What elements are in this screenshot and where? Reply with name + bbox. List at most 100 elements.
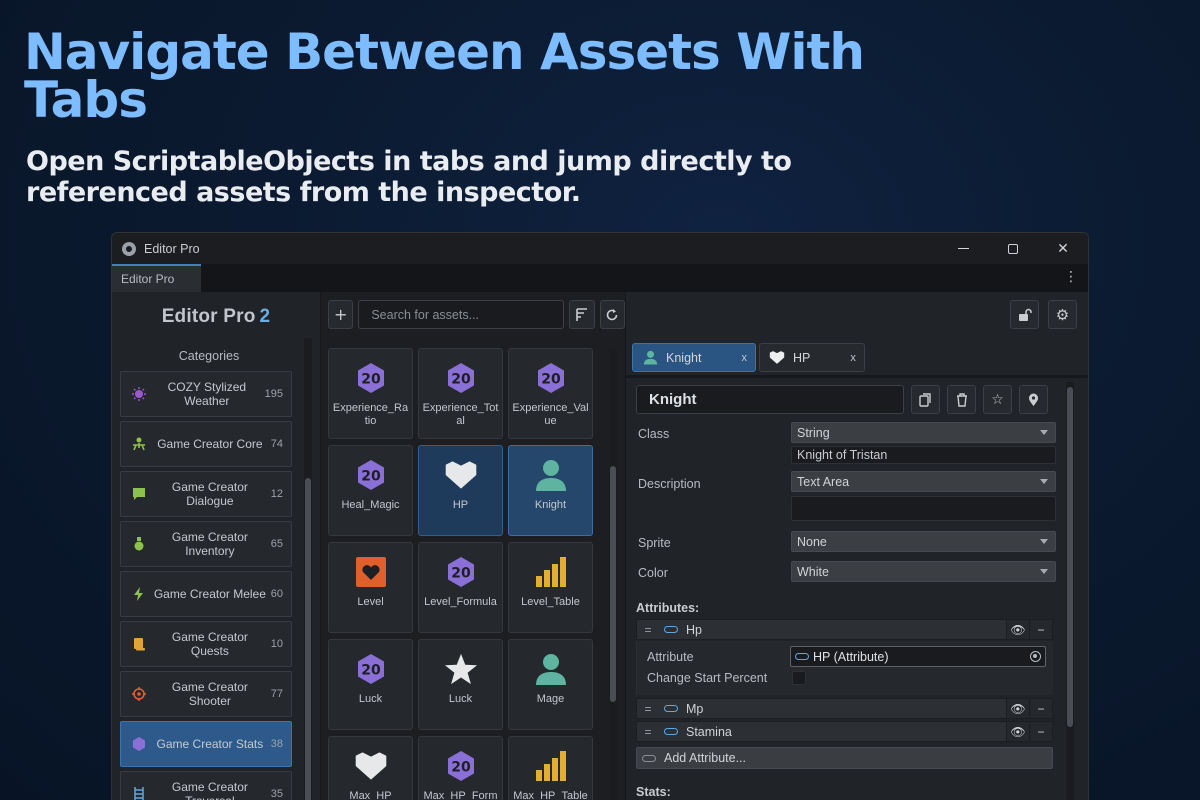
asset-tile[interactable]: 20 Max_HP_Formula — [418, 736, 503, 800]
eye-icon[interactable]: 👁 — [1006, 699, 1029, 718]
color-dropdown[interactable]: White — [791, 561, 1056, 582]
duplicate-button[interactable] — [911, 385, 940, 414]
sidebar-scrollbar[interactable] — [304, 338, 312, 800]
sprite-dropdown[interactable]: None — [791, 531, 1056, 552]
maximize-button[interactable] — [988, 233, 1038, 264]
class-text-field[interactable]: Knight of Tristan — [791, 446, 1056, 464]
chevron-down-icon — [1040, 539, 1048, 544]
svg-text:20: 20 — [451, 372, 471, 388]
favorite-button[interactable]: ☆ — [983, 385, 1012, 414]
drag-handle-icon[interactable]: = — [637, 725, 659, 739]
inspector-tab-hp[interactable]: HP x — [758, 343, 865, 372]
svg-text:20: 20 — [361, 469, 381, 485]
attribute-row-mp[interactable]: = Mp 👁 − — [636, 698, 1053, 719]
category-count: 12 — [270, 488, 283, 500]
editor-window: Editor Pro ✕ Editor Pro ⋮ Editor Pro 2 C… — [111, 232, 1089, 800]
asset-tile[interactable]: 20 Luck — [328, 639, 413, 730]
sun-icon — [131, 386, 147, 402]
brand-name: Editor Pro — [161, 305, 256, 327]
settings-button[interactable]: ⚙ — [1048, 300, 1077, 329]
more-options-icon[interactable]: ⋮ — [1064, 270, 1078, 284]
lightning-icon — [131, 586, 147, 602]
copy-icon — [919, 392, 931, 407]
inspector-scrollbar[interactable] — [1066, 382, 1074, 800]
asset-tile[interactable]: 20 Experience_Total — [418, 348, 503, 439]
close-tab-button[interactable]: x — [850, 352, 856, 364]
asset-tile[interactable]: Luck — [418, 639, 503, 730]
asset-tile[interactable]: 20 Experience_Ratio — [328, 348, 413, 439]
trash-icon — [956, 392, 967, 407]
delete-button[interactable] — [947, 385, 976, 414]
sidebar-item-game-creator-inventory[interactable]: Game Creator Inventory 65 — [120, 521, 292, 567]
inspector-panel: ⚙ Knight x HP x Knight ☆ Class String Kn… — [626, 292, 1088, 800]
heart-icon — [354, 749, 388, 783]
add-attribute-label: Add Attribute... — [664, 751, 746, 765]
window-tab[interactable]: Editor Pro — [112, 264, 201, 292]
drag-handle-icon[interactable]: = — [637, 702, 659, 716]
category-label: Game Creator Traversal — [171, 780, 248, 800]
d20-icon: 20 — [354, 361, 388, 395]
brand-version: 2 — [259, 305, 271, 327]
attribute-reference-field[interactable]: HP (Attribute) — [790, 646, 1046, 667]
remove-attribute-button[interactable]: − — [1029, 620, 1052, 639]
star-icon — [444, 652, 478, 686]
attribute-name: Mp — [686, 701, 704, 716]
attributes-heading: Attributes: — [636, 601, 700, 615]
lock-button[interactable] — [1010, 300, 1039, 329]
close-tab-button[interactable]: x — [741, 352, 747, 364]
description-text-area[interactable] — [791, 496, 1056, 521]
sidebar-item-game-creator-dialogue[interactable]: Game Creator Dialogue 12 — [120, 471, 292, 517]
asset-tile[interactable]: Max_HP — [328, 736, 413, 800]
eye-icon[interactable]: 👁 — [1006, 722, 1029, 741]
svg-text:20: 20 — [451, 760, 471, 776]
color-label: Color — [638, 566, 668, 580]
sidebar-item-game-creator-quests[interactable]: Game Creator Quests 10 — [120, 621, 292, 667]
description-dropdown[interactable]: Text Area — [791, 471, 1056, 492]
sidebar-item-game-creator-melee[interactable]: Game Creator Melee 60 — [120, 571, 292, 617]
class-dropdown[interactable]: String — [791, 422, 1056, 443]
asset-tile[interactable]: HP — [418, 445, 503, 536]
ping-button[interactable] — [1019, 385, 1048, 414]
add-asset-button[interactable]: + — [328, 300, 354, 329]
sidebar-item-game-creator-core[interactable]: Game Creator Core 74 — [120, 421, 292, 467]
remove-attribute-button[interactable]: − — [1029, 699, 1052, 718]
inspector-tab-knight[interactable]: Knight x — [632, 343, 756, 372]
change-start-percent-checkbox[interactable] — [792, 671, 806, 685]
attribute-row-stamina[interactable]: = Stamina 👁 − — [636, 721, 1053, 742]
attribute-name: Stamina — [686, 724, 732, 739]
sort-button[interactable] — [569, 300, 595, 329]
add-attribute-button[interactable]: Add Attribute... — [636, 747, 1053, 769]
asset-tile[interactable]: Level_Table — [508, 542, 593, 633]
asset-tile[interactable]: Max_HP_Table — [508, 736, 593, 800]
assets-scrollbar[interactable] — [609, 348, 617, 800]
asset-tile[interactable]: Knight — [508, 445, 593, 536]
asset-label: Luck — [358, 693, 383, 705]
asset-tile[interactable]: Mage — [508, 639, 593, 730]
close-window-button[interactable]: ✕ — [1038, 233, 1088, 264]
app-icon — [122, 241, 136, 256]
sidebar-item-game-creator-stats[interactable]: Game Creator Stats 38 — [120, 721, 292, 767]
remove-attribute-button[interactable]: − — [1029, 722, 1052, 741]
scrollbar-thumb[interactable] — [1067, 387, 1073, 727]
asset-name-field[interactable]: Knight — [636, 385, 904, 414]
category-label: Game Creator Melee — [153, 587, 266, 601]
refresh-button[interactable] — [599, 300, 625, 329]
stats-icon — [131, 736, 147, 752]
asset-tile[interactable]: 20 Heal_Magic — [328, 445, 413, 536]
asset-tile[interactable]: Level — [328, 542, 413, 633]
close-icon: ✕ — [1057, 240, 1069, 257]
drag-handle-icon[interactable]: = — [637, 623, 659, 637]
asset-tile[interactable]: 20 Level_Formula — [418, 542, 503, 633]
asset-tile[interactable]: 20 Experience_Value — [508, 348, 593, 439]
search-input[interactable]: Search for assets... — [358, 300, 565, 329]
attribute-row-hp[interactable]: = Hp 👁 − — [636, 619, 1053, 640]
object-picker-icon[interactable] — [1030, 651, 1041, 662]
sidebar-item-game-creator-shooter[interactable]: Game Creator Shooter 77 — [120, 671, 292, 717]
scrollbar-thumb[interactable] — [305, 478, 311, 800]
category-count: 65 — [270, 538, 283, 550]
sidebar-item-cozy-stylized-weather[interactable]: COZY Stylized Weather 195 — [120, 371, 292, 417]
sidebar-item-game-creator-traversal[interactable]: Game Creator Traversal 35 — [120, 771, 292, 800]
minimize-button[interactable] — [938, 233, 988, 264]
eye-icon[interactable]: 👁 — [1006, 620, 1029, 639]
scrollbar-thumb[interactable] — [610, 466, 616, 702]
